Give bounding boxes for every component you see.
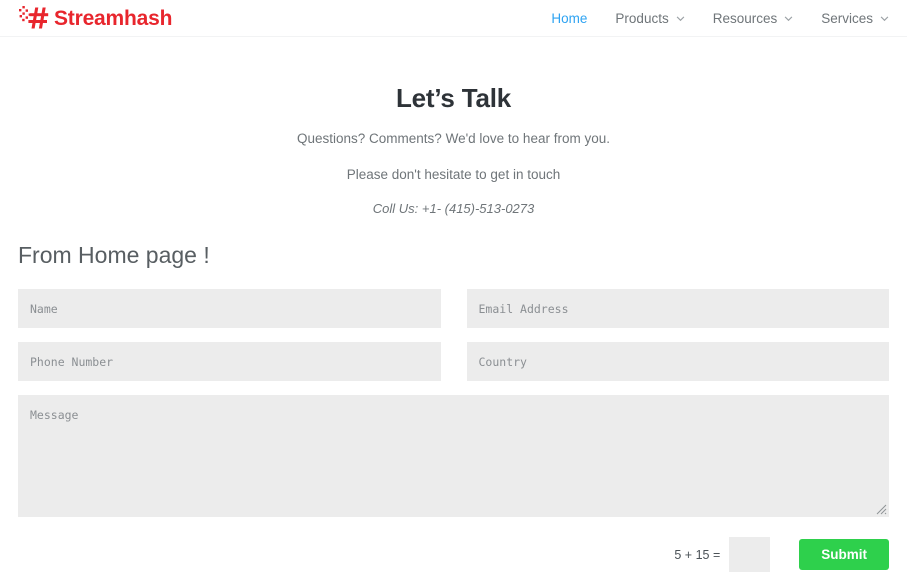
field-email — [466, 289, 889, 329]
field-country — [466, 342, 889, 382]
brand-logo-link[interactable]: Streamhash — [19, 0, 172, 36]
main-navigation: Home Products Resources Services — [537, 0, 889, 37]
nav-item-services[interactable]: Services — [807, 12, 889, 26]
phone-number-input[interactable] — [18, 342, 441, 382]
site-header: Streamhash Home Products Resources Servi… — [0, 0, 907, 37]
hero-phone-number: Coll Us: +1- (415)-513-0273 — [372, 200, 535, 216]
form-section-title: From Home page ! — [18, 241, 210, 268]
field-message — [18, 395, 889, 518]
form-row-2 — [18, 342, 889, 382]
chevron-down-icon — [880, 14, 889, 23]
submit-button[interactable]: Submit — [799, 539, 889, 571]
brand-name: Streamhash — [54, 6, 173, 30]
page-title: Let’s Talk — [395, 83, 512, 113]
hero-subtitle-secondary: Please don't hesitate to get in touch — [346, 167, 561, 183]
hero-section: Let’s Talk Questions? Comments? We'd lov… — [0, 37, 907, 216]
hashtag-pixel-logo-icon — [19, 4, 53, 32]
nav-item-services-label: Services — [821, 10, 873, 26]
captcha-question-label: 5 + 15 = — [674, 547, 721, 562]
form-footer: 5 + 15 = Submit — [18, 537, 889, 573]
hero-subtitle-primary: Questions? Comments? We'd love to hear f… — [297, 131, 610, 147]
country-input[interactable] — [466, 342, 889, 382]
chevron-down-icon — [676, 14, 685, 23]
nav-item-home[interactable]: Home — [537, 12, 601, 26]
message-textarea[interactable] — [18, 395, 889, 518]
email-input[interactable] — [466, 289, 889, 329]
nav-item-home-label: Home — [551, 10, 588, 26]
captcha-answer-input[interactable] — [729, 537, 771, 573]
contact-form: 5 + 15 = Submit — [18, 289, 889, 573]
contact-form-section: From Home page ! Name Email Address Phon… — [0, 242, 907, 573]
field-phone — [18, 342, 441, 382]
nav-item-resources[interactable]: Resources — [699, 12, 808, 26]
field-name — [18, 289, 441, 329]
nav-item-products[interactable]: Products — [601, 12, 698, 26]
nav-item-products-label: Products — [615, 10, 669, 26]
nav-item-resources-label: Resources — [712, 10, 778, 26]
form-row-1 — [18, 289, 889, 329]
name-input[interactable] — [18, 289, 441, 329]
chevron-down-icon — [784, 14, 793, 23]
